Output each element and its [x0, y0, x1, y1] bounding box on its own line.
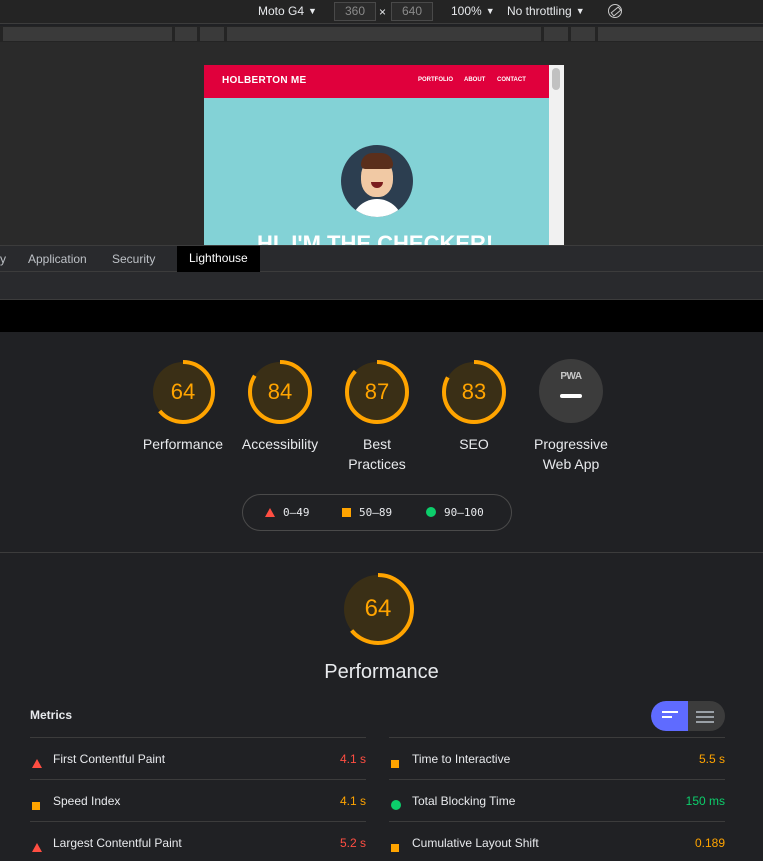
mock-nav-contact[interactable]: CONTACT — [497, 77, 526, 83]
media-query-segment[interactable] — [571, 27, 595, 41]
lighthouse-report: 64 Performance 84 Accessibility 87 Best P… — [0, 332, 763, 861]
metric-name: First Contentful Paint — [53, 752, 166, 766]
device-name: Moto G4 — [258, 4, 305, 18]
media-query-segment[interactable] — [175, 27, 197, 41]
gauge-accessibility[interactable]: 84 Accessibility — [225, 359, 335, 454]
gauge-label: Progressive Web App — [534, 436, 608, 472]
zoom-select[interactable]: 100% ▼ — [451, 4, 495, 18]
width-input[interactable]: 360 — [334, 2, 376, 21]
square-icon — [342, 508, 351, 517]
chevron-down-icon: ▼ — [575, 6, 585, 16]
metric-first-contentful-paint: First Contentful Paint 4.1 s — [30, 737, 366, 779]
metric-value: 4.1 s — [339, 794, 366, 808]
gauge-label: Performance — [142, 436, 224, 452]
gauge-ring: 64 — [150, 359, 216, 425]
mock-brand[interactable]: HOLBERTON ME — [222, 75, 307, 86]
expanded-view-icon[interactable] — [696, 711, 714, 726]
metric-name: Total Blocking Time — [412, 794, 516, 808]
gauge-score: 87 — [364, 379, 390, 404]
divider — [0, 552, 763, 553]
device-select[interactable]: Moto G4 ▼ — [258, 4, 317, 18]
tab-application[interactable]: Application — [28, 252, 87, 266]
gauge-score: 64 — [170, 379, 196, 404]
square-icon — [391, 838, 399, 856]
circle-icon — [391, 796, 401, 814]
mock-header: HOLBERTON ME PORTFOLIO ABOUT CONTACT — [204, 65, 564, 98]
pwa-badge-icon: PWA — [539, 359, 603, 423]
pwa-badge-text: PWA — [560, 371, 582, 382]
gauge-label: Accessibility — [241, 436, 319, 452]
metric-value: 5.2 s — [339, 836, 366, 850]
metric-name: Time to Interactive — [412, 752, 511, 766]
circle-icon — [426, 507, 436, 517]
metrics-view-toggle[interactable] — [651, 701, 725, 731]
media-query-segment[interactable] — [544, 27, 568, 41]
triangle-icon — [265, 508, 275, 517]
mock-hero-heading: HI, I'M THE CHECKER! — [257, 231, 494, 245]
performance-title: Performance — [324, 661, 439, 683]
gauge-pwa[interactable]: PWA Progressive Web App — [516, 359, 626, 474]
gauge-score: 84 — [267, 379, 293, 404]
tab-lighthouse[interactable]: Lighthouse — [177, 246, 260, 272]
pwa-dash — [560, 394, 582, 398]
triangle-icon — [32, 754, 42, 772]
metric-name: Cumulative Layout Shift — [412, 836, 539, 850]
throttling-select[interactable]: No throttling ▼ — [507, 4, 585, 18]
media-query-segment[interactable] — [598, 27, 763, 41]
score-legend: 0–49 50–89 90–100 — [242, 494, 512, 531]
gauge-score: 83 — [461, 379, 487, 404]
triangle-icon — [32, 838, 42, 856]
media-query-segment[interactable] — [227, 27, 541, 41]
gauge-seo[interactable]: 83 SEO — [419, 359, 529, 454]
square-icon — [391, 754, 399, 772]
device-toolbar: Moto G4 ▼ 360 × 640 100% ▼ No throttling ▼ — [0, 0, 763, 24]
media-query-segment[interactable] — [200, 27, 224, 41]
metric-value: 4.1 s — [339, 752, 366, 766]
emulated-page[interactable]: HOLBERTON ME PORTFOLIO ABOUT CONTACT HI,… — [204, 65, 564, 245]
avatar — [341, 145, 413, 217]
metrics-title: Metrics — [30, 708, 73, 722]
dimension-separator: × — [379, 5, 387, 19]
performance-score: 64 — [364, 595, 392, 622]
gauge-ring: 84 — [247, 359, 313, 425]
mock-nav-about[interactable]: ABOUT — [464, 77, 485, 83]
metric-largest-contentful-paint: Largest Contentful Paint 5.2 s — [30, 821, 366, 861]
performance-gauge: 64 — [341, 572, 415, 646]
chevron-down-icon: ▼ — [485, 6, 495, 16]
gauge-label: Best Practices — [348, 436, 406, 472]
gauge-ring: 87 — [344, 359, 410, 425]
metric-name: Largest Contentful Paint — [53, 836, 182, 850]
media-query-bar — [0, 26, 763, 42]
gauge-best-practices[interactable]: 87 Best Practices — [322, 359, 432, 474]
legend-fail: 0–49 — [265, 506, 310, 519]
gauge-performance[interactable]: 64 Performance — [128, 359, 238, 454]
metric-value: 150 ms — [685, 794, 725, 808]
tab-partial[interactable]: y — [0, 252, 6, 266]
rotate-icon[interactable] — [608, 4, 622, 18]
gauge-label: SEO — [459, 436, 489, 452]
metric-value: 0.189 — [694, 836, 725, 850]
metric-name: Speed Index — [53, 794, 121, 808]
metric-total-blocking-time: Total Blocking Time 150 ms — [389, 779, 725, 821]
devtools-tabs: y Application Security Lighthouse — [0, 245, 763, 272]
metric-cumulative-layout-shift: Cumulative Layout Shift 0.189 — [389, 821, 725, 861]
height-input[interactable]: 640 — [391, 2, 433, 21]
lighthouse-toolbar — [0, 272, 763, 300]
legend-pass: 90–100 — [426, 506, 484, 519]
mock-scrollbar[interactable] — [549, 65, 564, 245]
zoom-value: 100% — [451, 4, 482, 18]
gauge-ring: 83 — [441, 359, 507, 425]
tab-security[interactable]: Security — [112, 252, 155, 266]
metric-speed-index: Speed Index 4.1 s — [30, 779, 366, 821]
metric-time-to-interactive: Time to Interactive 5.5 s — [389, 737, 725, 779]
throttling-value: No throttling — [507, 4, 572, 18]
chevron-down-icon: ▼ — [308, 6, 317, 16]
compact-view-icon — [662, 711, 680, 721]
legend-average: 50–89 — [342, 506, 392, 519]
metric-value: 5.5 s — [698, 752, 725, 766]
square-icon — [32, 796, 40, 814]
report-topbar — [0, 300, 763, 332]
mock-nav-portfolio[interactable]: PORTFOLIO — [418, 77, 453, 83]
media-query-segment[interactable] — [3, 27, 172, 41]
